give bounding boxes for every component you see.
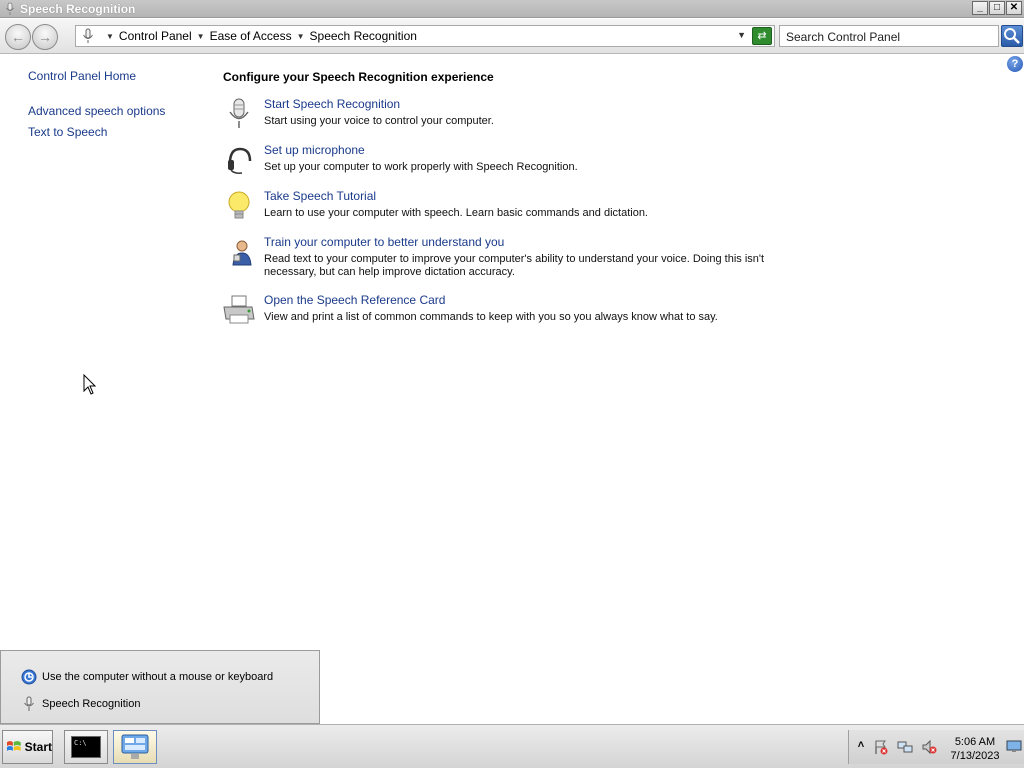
- volume-muted-icon[interactable]: [921, 739, 937, 755]
- jump-list-item-speech-recognition[interactable]: Speech Recognition: [21, 696, 140, 712]
- action-center-flag-icon[interactable]: [873, 739, 889, 755]
- breadcrumb-separator-icon[interactable]: ▼: [297, 32, 305, 41]
- maximize-button[interactable]: □: [989, 1, 1005, 15]
- window-title: Speech Recognition: [20, 2, 136, 16]
- control-panel-icon: [121, 734, 149, 759]
- page-title: Configure your Speech Recognition experi…: [223, 70, 494, 84]
- jump-list-item-label: Use the computer without a mouse or keyb…: [42, 671, 274, 683]
- command-prompt-text: C:\: [74, 739, 87, 747]
- system-tray: ˄ 5:06 AM 7/13/2023: [848, 730, 1024, 764]
- address-bar: ← → ▼ Control Panel ▼ Ease of Access ▼ S…: [0, 19, 1024, 54]
- jump-list-item-ease-of-access[interactable]: Use the computer without a mouse or keyb…: [21, 669, 273, 685]
- speech-reference-card-link[interactable]: Open the Speech Reference Card: [264, 293, 445, 307]
- task-description: Read text to your computer to improve yo…: [264, 253, 765, 278]
- windows-logo-icon: [6, 741, 21, 751]
- breadcrumb[interactable]: ▼ Control Panel ▼ Ease of Access ▼ Speec…: [75, 25, 775, 47]
- start-label: Start: [24, 740, 52, 754]
- back-button[interactable]: ←: [5, 24, 31, 50]
- set-up-microphone-link[interactable]: Set up microphone: [264, 143, 365, 157]
- clock-date: 7/13/2023: [950, 750, 1000, 762]
- breadcrumb-speech-recognition[interactable]: Speech Recognition: [310, 29, 417, 43]
- command-prompt-icon: C:\: [71, 736, 101, 758]
- control-panel-home-link[interactable]: Control Panel Home: [28, 69, 136, 83]
- task-description: View and print a list of common commands…: [264, 311, 718, 323]
- start-speech-recognition-link[interactable]: Start Speech Recognition: [264, 97, 400, 111]
- refresh-icon: ⇄: [757, 30, 767, 42]
- task-description: Learn to use your computer with speech. …: [264, 207, 648, 219]
- network-icon[interactable]: [897, 739, 913, 755]
- breadcrumb-ease-of-access[interactable]: Ease of Access: [210, 29, 292, 43]
- show-desktop-icon[interactable]: [1006, 738, 1022, 754]
- breadcrumb-separator-icon[interactable]: ▼: [197, 32, 205, 41]
- headset-icon: [228, 147, 252, 174]
- ease-of-access-icon: [21, 669, 37, 685]
- lightbulb-icon: [228, 191, 250, 219]
- task-description: Start using your voice to control your c…: [264, 115, 494, 127]
- printer-icon: [223, 295, 255, 324]
- minimize-button[interactable]: _: [972, 1, 988, 15]
- taskbar-control-panel[interactable]: [113, 730, 157, 764]
- person-icon: [232, 240, 252, 266]
- take-speech-tutorial-link[interactable]: Take Speech Tutorial: [264, 189, 376, 203]
- address-history-dropdown-icon[interactable]: ▼: [737, 30, 746, 40]
- jump-list-popup: Use the computer without a mouse or keyb…: [0, 650, 320, 724]
- clock[interactable]: 5:06 AM 7/13/2023: [945, 735, 1005, 763]
- clock-time: 5:06 AM: [954, 736, 996, 748]
- microphone-icon: [24, 696, 34, 711]
- task-description: Set up your computer to work properly wi…: [264, 161, 578, 173]
- title-bar: Speech Recognition _ □ ✕: [0, 0, 1024, 18]
- breadcrumb-control-panel[interactable]: Control Panel: [119, 29, 192, 43]
- microphone-icon: [6, 2, 14, 15]
- advanced-speech-options-link[interactable]: Advanced speech options: [28, 104, 165, 118]
- microphone-icon: [229, 98, 249, 128]
- train-computer-link[interactable]: Train your computer to better understand…: [264, 235, 504, 249]
- taskbar-command-prompt[interactable]: C:\: [64, 730, 108, 764]
- refresh-button[interactable]: ⇄: [752, 27, 772, 45]
- search-input[interactable]: Search Control Panel: [779, 25, 999, 47]
- start-button[interactable]: Start: [2, 730, 53, 764]
- forward-button[interactable]: →: [32, 24, 58, 50]
- mouse-cursor-icon: [83, 374, 97, 395]
- text-to-speech-link[interactable]: Text to Speech: [28, 125, 107, 139]
- search-icon: [1004, 28, 1020, 44]
- search-button[interactable]: [1001, 25, 1023, 47]
- back-arrow-icon: ←: [11, 29, 25, 45]
- show-hidden-icons-icon[interactable]: ˄: [853, 739, 869, 755]
- help-button[interactable]: ?: [1007, 56, 1023, 72]
- microphone-icon: [83, 28, 93, 43]
- forward-arrow-icon: →: [38, 29, 52, 45]
- breadcrumb-separator-icon[interactable]: ▼: [106, 32, 114, 41]
- taskbar: Start C:\ ˄ 5:06 AM 7/13/2023: [0, 724, 1024, 768]
- jump-list-item-label: Speech Recognition: [42, 698, 141, 710]
- close-button[interactable]: ✕: [1006, 1, 1022, 15]
